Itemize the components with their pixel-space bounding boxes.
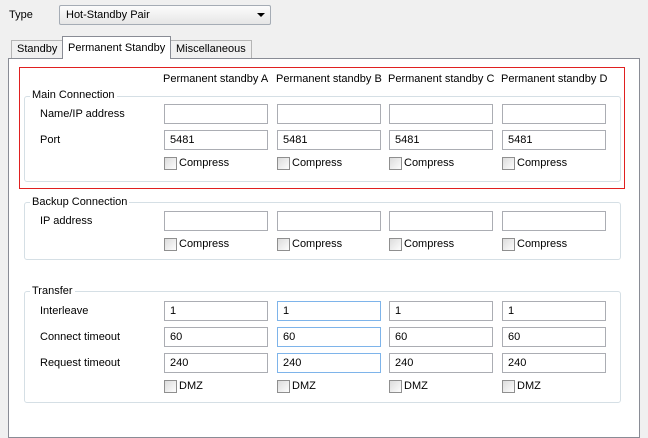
tab-permanent-standby[interactable]: Permanent Standby: [62, 36, 172, 59]
dmz-label-d: DMZ: [517, 380, 541, 392]
backup-connection-title: Backup Connection: [30, 196, 130, 208]
main-compress-label-b: Compress: [292, 157, 343, 169]
backup-ip-input-d[interactable]: [502, 211, 606, 231]
transfer-title: Transfer: [30, 285, 75, 297]
request-timeout-input-c[interactable]: 240: [389, 353, 493, 373]
tab-standby[interactable]: Standby: [11, 40, 64, 58]
interleave-label: Interleave: [40, 305, 89, 317]
interleave-input-c[interactable]: 1: [389, 301, 493, 321]
backup-compress-label-b: Compress: [292, 238, 343, 250]
column-header-b: Permanent standby B: [276, 73, 382, 85]
main-compress-checkbox-c[interactable]: [389, 157, 402, 170]
connect-timeout-input-c[interactable]: 60: [389, 327, 493, 347]
chevron-down-icon: [257, 13, 265, 17]
type-label: Type: [9, 9, 33, 21]
backup-ip-input-b[interactable]: [277, 211, 381, 231]
backup-compress-label-a: Compress: [179, 238, 230, 250]
type-select[interactable]: Hot-Standby Pair: [59, 5, 271, 25]
interleave-input-a[interactable]: 1: [164, 301, 268, 321]
dmz-label-b: DMZ: [292, 380, 316, 392]
main-compress-checkbox-b[interactable]: [277, 157, 290, 170]
type-select-value: Hot-Standby Pair: [66, 9, 150, 21]
backup-compress-checkbox-c[interactable]: [389, 238, 402, 251]
dmz-checkbox-b[interactable]: [277, 380, 290, 393]
column-header-d: Permanent standby D: [501, 73, 608, 85]
main-compress-label-a: Compress: [179, 157, 230, 169]
interleave-input-b[interactable]: 1: [277, 301, 381, 321]
main-compress-label-d: Compress: [517, 157, 568, 169]
name-ip-label: Name/IP address: [40, 108, 125, 120]
backup-compress-checkbox-d[interactable]: [502, 238, 515, 251]
port-label: Port: [40, 134, 61, 146]
dmz-checkbox-c[interactable]: [389, 380, 402, 393]
backup-compress-label-d: Compress: [517, 238, 568, 250]
tab-panel: Permanent standby A Permanent standby B …: [8, 58, 640, 438]
dmz-checkbox-d[interactable]: [502, 380, 515, 393]
dmz-checkbox-a[interactable]: [164, 380, 177, 393]
backup-compress-checkbox-a[interactable]: [164, 238, 177, 251]
connect-timeout-input-a[interactable]: 60: [164, 327, 268, 347]
tab-miscellaneous[interactable]: Miscellaneous: [170, 40, 252, 58]
port-input-c[interactable]: 5481: [389, 130, 493, 150]
ip-address-label: IP address: [40, 215, 93, 227]
connect-timeout-input-d[interactable]: 60: [502, 327, 606, 347]
name-ip-input-d[interactable]: [502, 104, 606, 124]
backup-ip-input-c[interactable]: [389, 211, 493, 231]
interleave-input-d[interactable]: 1: [502, 301, 606, 321]
main-compress-label-c: Compress: [404, 157, 455, 169]
request-timeout-input-a[interactable]: 240: [164, 353, 268, 373]
port-input-b[interactable]: 5481: [277, 130, 381, 150]
connect-timeout-label: Connect timeout: [40, 331, 121, 343]
request-timeout-input-b[interactable]: 240: [277, 353, 381, 373]
name-ip-input-c[interactable]: [389, 104, 493, 124]
request-timeout-input-d[interactable]: 240: [502, 353, 606, 373]
port-input-a[interactable]: 5481: [164, 130, 268, 150]
name-ip-input-a[interactable]: [164, 104, 268, 124]
connect-timeout-input-b[interactable]: 60: [277, 327, 381, 347]
main-connection-title: Main Connection: [30, 89, 117, 101]
dmz-label-c: DMZ: [404, 380, 428, 392]
column-header-a: Permanent standby A: [163, 73, 269, 85]
column-header-c: Permanent standby C: [388, 73, 495, 85]
port-input-d[interactable]: 5481: [502, 130, 606, 150]
backup-compress-label-c: Compress: [404, 238, 455, 250]
backup-ip-input-a[interactable]: [164, 211, 268, 231]
dmz-label-a: DMZ: [179, 380, 203, 392]
backup-compress-checkbox-b[interactable]: [277, 238, 290, 251]
main-compress-checkbox-d[interactable]: [502, 157, 515, 170]
main-compress-checkbox-a[interactable]: [164, 157, 177, 170]
request-timeout-label: Request timeout: [40, 357, 121, 369]
name-ip-input-b[interactable]: [277, 104, 381, 124]
